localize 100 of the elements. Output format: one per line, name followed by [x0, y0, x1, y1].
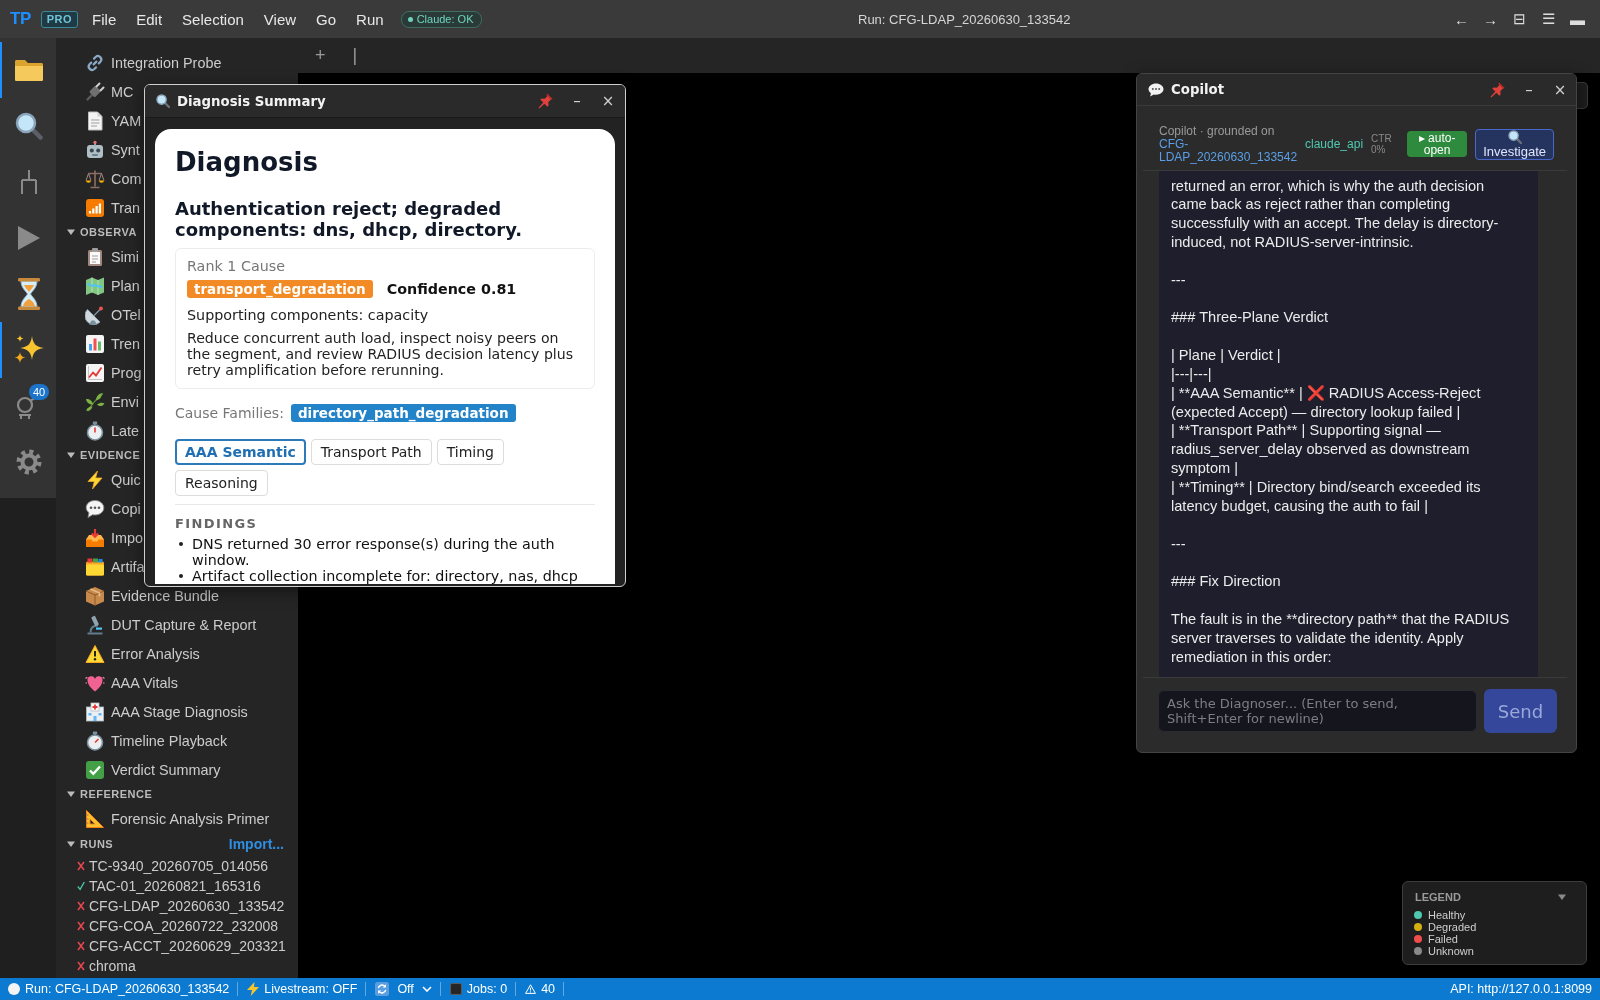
- menu-item[interactable]: File: [92, 10, 117, 28]
- message-input[interactable]: Ask the Diagnoser... (Enter to send, Shift+Enter for newline): [1158, 690, 1477, 732]
- signal-bars-icon: [85, 197, 105, 218]
- menu-item[interactable]: View: [263, 10, 297, 28]
- section-header[interactable]: EVIDENCE: [56, 445, 141, 465]
- close-button[interactable]: ×: [596, 89, 620, 113]
- refresh-icon: [375, 982, 390, 996]
- layout-button[interactable]: ⊟: [1505, 10, 1534, 28]
- legend-label: Unknown: [1428, 945, 1474, 957]
- status-item[interactable]: Run: CFG-LDAP_20260630_133542: [25, 982, 230, 996]
- sidebar-item[interactable]: Impo: [85, 523, 143, 552]
- menu-button[interactable]: ☰: [1534, 10, 1563, 28]
- sidebar-item[interactable]: Tren: [85, 329, 141, 358]
- history-item[interactable]: TAC-01_20260821_165316: [77, 876, 261, 896]
- package-icon: [85, 585, 105, 606]
- sidebar-item[interactable]: Simi: [85, 242, 139, 271]
- speech-bubble-icon: [1148, 82, 1164, 97]
- grounding-label: Copilot · grounded on: [1159, 124, 1276, 138]
- history-item[interactable]: chroma: [77, 956, 136, 976]
- import-link[interactable]: Import...: [228, 836, 284, 852]
- history-item[interactable]: CFG-LDAP_20260630_133542: [77, 896, 285, 916]
- sidebar-item[interactable]: Integration Probe: [85, 48, 222, 77]
- diagnosis-summary: Authentication reject; degraded components: dns, dhcp, directory.: [175, 198, 524, 240]
- section-header[interactable]: REFERENCE: [56, 784, 153, 804]
- ctr-text: CTR 0%: [1371, 133, 1393, 155]
- sidebar-item[interactable]: Plan: [85, 271, 140, 300]
- warning-icon: [525, 984, 537, 994]
- bullet-icon: [179, 542, 183, 546]
- legend-label: Failed: [1428, 933, 1458, 945]
- clipboard-icon: [85, 246, 105, 267]
- sidebar-item[interactable]: Tran: [85, 193, 141, 222]
- tab[interactable]: Reasoning: [175, 470, 268, 496]
- status-item[interactable]: Livestream: OFF: [264, 982, 358, 996]
- activity-button[interactable]: 40: [0, 378, 56, 434]
- dialog-title: Diagnosis Summary: [177, 93, 327, 109]
- status-item[interactable]: Jobs: 0: [466, 982, 508, 996]
- branch-icon: [20, 170, 38, 194]
- check-mark-icon: [85, 759, 105, 780]
- sidebar-item[interactable]: YAM: [85, 106, 142, 135]
- app-logo: TP: [10, 9, 31, 29]
- pin-icon[interactable]: [538, 93, 553, 109]
- close-button[interactable]: ×: [1548, 77, 1572, 102]
- panel-toggle-button[interactable]: ▬: [1563, 10, 1592, 28]
- tab[interactable]: Transport Path: [310, 439, 432, 465]
- section-header[interactable]: OBSERVA: [56, 222, 137, 242]
- sidebar-item[interactable]: Error Analysis: [85, 639, 200, 668]
- search-icon: [156, 94, 170, 108]
- menu-item[interactable]: Go: [316, 10, 337, 28]
- sidebar-item[interactable]: Synt: [85, 135, 140, 164]
- sidebar-item[interactable]: Timeline Playback: [85, 726, 228, 755]
- sidebar-item[interactable]: Late: [85, 416, 139, 445]
- pin-icon[interactable]: [1490, 81, 1505, 98]
- sidebar-item[interactable]: DUT Capture & Report: [85, 610, 257, 639]
- sidebar-item[interactable]: Forensic Analysis Primer: [85, 804, 270, 833]
- history-item[interactable]: CFG-COA_20260722_232008: [77, 916, 279, 936]
- sidebar-item[interactable]: Envi: [85, 387, 139, 416]
- status-dot-icon: [407, 16, 413, 22]
- status-text: Claude: OK: [416, 13, 474, 25]
- message-text: | **Timing** | Directory bind/search exceeded its latency budget, causing the auth to fail |: [1171, 478, 1482, 516]
- map-icon: [85, 275, 105, 296]
- speech-bubble-icon: [85, 498, 105, 519]
- supporting-text: Supporting components: capacity: [187, 306, 430, 324]
- document-icon: [85, 110, 105, 131]
- sidebar-item[interactable]: AAA Stage Diagnosis: [85, 697, 248, 726]
- families-label: Cause Families:: [175, 405, 284, 421]
- sidebar-item[interactable]: AAA Vitals: [85, 668, 178, 697]
- forward-button[interactable]: →: [1476, 10, 1505, 28]
- menu-item[interactable]: Run: [356, 10, 384, 28]
- auto-open-button[interactable]: ▸ auto-open: [1407, 131, 1468, 157]
- sidebar-item[interactable]: Copi: [85, 494, 141, 523]
- sidebar-item[interactable]: OTel: [85, 300, 141, 329]
- sidebar-item[interactable]: Artifa: [85, 552, 145, 581]
- menu-item[interactable]: Edit: [136, 10, 163, 28]
- message-text: | **Transport Path** | Supporting signal — radius_server_delay observed as downstream symptom |: [1171, 421, 1471, 478]
- sidebar-item[interactable]: MC: [85, 77, 134, 106]
- finding-item: Artifact collection incomplete for: directory, nas, dhcp: [192, 568, 579, 584]
- run-link[interactable]: CFG-LDAP_20260630_133542: [1159, 137, 1297, 164]
- cause-tag: transport_degradation: [187, 280, 373, 298]
- sidebar-item[interactable]: Verdict Summary: [85, 755, 221, 784]
- section-header[interactable]: RUNS: [56, 834, 114, 854]
- microscope-icon: [85, 614, 105, 635]
- tab[interactable]: AAA Semantic: [175, 439, 306, 465]
- new-tab-button[interactable]: +: [315, 45, 326, 66]
- sidebar-item[interactable]: Quic: [85, 465, 141, 494]
- finding-item: DNS returned 30 error response(s) during the auth window.: [192, 536, 556, 568]
- scales-icon: [85, 168, 105, 189]
- sidebar-item[interactable]: Evidence Bundle: [85, 581, 219, 610]
- minimize-button[interactable]: –: [1517, 77, 1541, 102]
- tab[interactable]: Timing: [436, 439, 504, 465]
- sidebar-item[interactable]: Com: [85, 164, 142, 193]
- chevron-down-icon: [421, 986, 432, 992]
- history-item[interactable]: TC-9340_20260705_014056: [77, 856, 269, 876]
- menu-item[interactable]: Selection: [182, 10, 244, 28]
- history-item[interactable]: CFG-ACCT_20260629_203321: [77, 936, 286, 956]
- sync-select[interactable]: Off: [397, 982, 432, 996]
- back-button[interactable]: ←: [1447, 10, 1476, 28]
- sidebar-item[interactable]: Prog: [85, 358, 142, 387]
- investigate-button[interactable]: Investigate: [1475, 128, 1555, 160]
- status-item[interactable]: 40: [541, 982, 556, 996]
- minimize-button[interactable]: –: [565, 89, 589, 113]
